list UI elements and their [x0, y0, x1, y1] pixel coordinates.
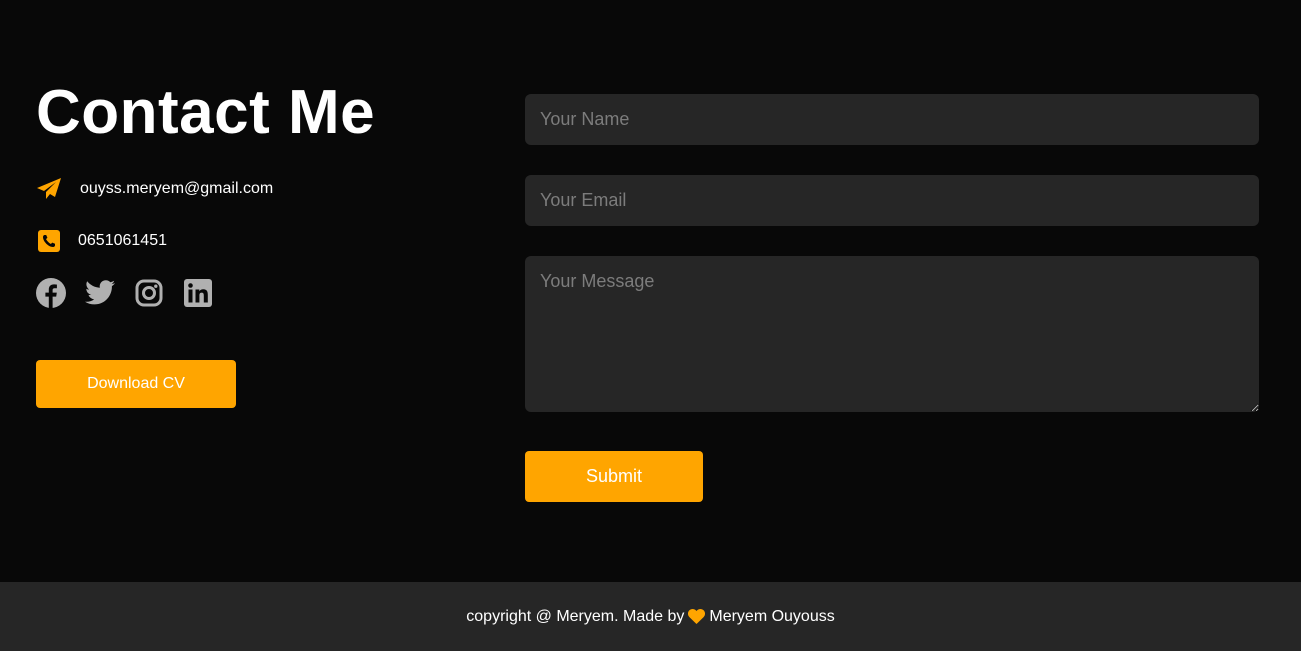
footer-author: Meryem Ouyouss	[709, 607, 835, 625]
paper-plane-icon	[36, 176, 62, 202]
page-title: Contact Me	[36, 78, 376, 147]
phone-icon	[36, 228, 62, 254]
contact-info: Contact Me ouyss.meryem@gmail.com 065106…	[36, 80, 476, 408]
facebook-icon[interactable]	[36, 278, 66, 308]
name-field[interactable]	[525, 94, 1259, 145]
phone-number[interactable]: 0651061451	[78, 232, 167, 250]
contact-form: Submit	[525, 94, 1259, 502]
phone-row: 0651061451	[36, 228, 476, 254]
email-field[interactable]	[525, 175, 1259, 226]
contact-section: Contact Me ouyss.meryem@gmail.com 065106…	[0, 0, 1301, 582]
instagram-icon[interactable]	[134, 278, 164, 308]
message-field[interactable]	[525, 256, 1259, 412]
social-links	[36, 278, 476, 308]
submit-button[interactable]: Submit	[525, 451, 703, 502]
download-cv-button[interactable]: Download CV	[36, 360, 236, 408]
twitter-icon[interactable]	[85, 278, 115, 308]
email-row: ouyss.meryem@gmail.com	[36, 176, 476, 202]
email-address[interactable]: ouyss.meryem@gmail.com	[80, 180, 273, 198]
footer: copyright @ Meryem. Made by Meryem Ouyou…	[0, 582, 1301, 651]
linkedin-icon[interactable]	[183, 278, 213, 308]
footer-copyright: copyright @ Meryem. Made by	[466, 607, 685, 625]
heart-icon	[688, 609, 706, 624]
